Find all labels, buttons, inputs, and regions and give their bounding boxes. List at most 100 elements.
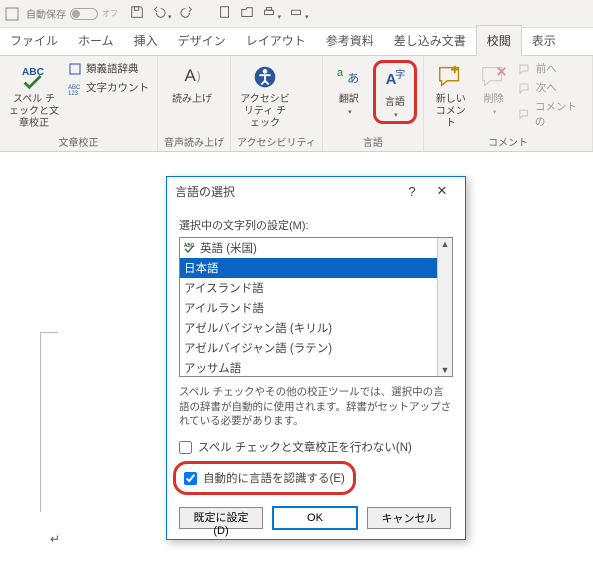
group-accessibility: アクセシビリティ チェック アクセシビリティ bbox=[231, 56, 323, 151]
thesaurus-label: 類義語辞典 bbox=[86, 61, 139, 76]
open-icon[interactable] bbox=[240, 5, 254, 22]
group-comments-label: コメント bbox=[430, 132, 586, 149]
language-option[interactable]: 日本語 bbox=[180, 258, 452, 278]
language-option-label: 英語 (米国) bbox=[200, 240, 257, 256]
tab-home[interactable]: ホーム bbox=[68, 26, 124, 55]
detect-language-input[interactable] bbox=[184, 472, 197, 485]
language-option-label: アゼルバイジャン語 (キリル) bbox=[184, 320, 332, 336]
page-corner bbox=[40, 332, 58, 512]
prev-comment-label: 前へ bbox=[536, 61, 557, 76]
file-menu-icon[interactable] bbox=[4, 6, 20, 22]
group-proofing: ABC スペル チェックと文章校正 類義語辞典 ABC 123 文字カウント 文章校… bbox=[0, 56, 158, 151]
show-comments-button[interactable]: コメントの bbox=[516, 98, 586, 130]
scroll-up-icon[interactable]: ▲ bbox=[438, 238, 452, 250]
redo-icon[interactable] bbox=[180, 5, 194, 22]
language-option-label: アイスランド語 bbox=[184, 280, 264, 296]
spelling-label: スペル チェックと文章校正 bbox=[8, 94, 60, 130]
spelling-button[interactable]: ABC スペル チェックと文章校正 bbox=[6, 60, 62, 132]
tab-mailings[interactable]: 差し込み文書 bbox=[384, 26, 476, 55]
dialog-titlebar[interactable]: 言語の選択 ? ✕ bbox=[167, 177, 465, 205]
group-proofing-label: 文章校正 bbox=[6, 132, 151, 149]
autosave-toggle[interactable]: 自動保存 オフ bbox=[26, 6, 118, 21]
language-option[interactable]: アゼルバイジャン語 (キリル) bbox=[180, 318, 452, 338]
tab-references[interactable]: 参考資料 bbox=[316, 26, 384, 55]
language-option[interactable]: アイスランド語 bbox=[180, 278, 452, 298]
language-option-label: 日本語 bbox=[184, 260, 219, 276]
tab-insert[interactable]: 挿入 bbox=[124, 26, 168, 55]
language-option[interactable]: アゼルバイジャン語 (ラテン) bbox=[180, 338, 452, 358]
cancel-button[interactable]: キャンセル bbox=[367, 507, 451, 529]
language-option[interactable]: アッサム語 bbox=[180, 358, 452, 377]
group-speech: A 読み上げ 音声読み上げ bbox=[158, 56, 231, 151]
listbox-scrollbar[interactable]: ▲ ▼ bbox=[437, 238, 452, 376]
accessibility-label: アクセシビリティ チェック bbox=[239, 94, 291, 130]
tab-review[interactable]: 校閲 bbox=[476, 25, 522, 56]
save-icon[interactable] bbox=[130, 5, 144, 22]
new-comment-button[interactable]: 新しいコメント bbox=[430, 60, 472, 132]
listbox-label: 選択中の文字列の設定(M): bbox=[179, 217, 453, 233]
detect-language-checkbox[interactable]: 自動的に言語を認識する(E) bbox=[184, 470, 345, 486]
tab-design[interactable]: デザイン bbox=[168, 26, 236, 55]
delete-comment-label: 削除 bbox=[484, 94, 504, 106]
thesaurus-button[interactable]: 類義語辞典 bbox=[66, 60, 151, 77]
ok-button[interactable]: OK bbox=[273, 507, 357, 529]
readaloud-button[interactable]: A 読み上げ bbox=[164, 60, 220, 108]
svg-text:字: 字 bbox=[395, 68, 405, 81]
ribbon: ABC スペル チェックと文章校正 類義語辞典 ABC 123 文字カウント 文章校… bbox=[0, 56, 593, 152]
autosave-pill[interactable] bbox=[70, 8, 98, 20]
language-listbox[interactable]: ABC 英語 (米国) 日本語アイスランド語アイルランド語アゼルバイジャン語 (キリ… bbox=[179, 237, 453, 377]
svg-text:A: A bbox=[185, 66, 197, 85]
title-bar: 自動保存 オフ bbox=[0, 0, 593, 28]
group-accessibility-label: アクセシビリティ bbox=[237, 132, 316, 149]
scroll-down-icon[interactable]: ▼ bbox=[438, 364, 452, 376]
svg-text:ABC: ABC bbox=[22, 67, 45, 78]
language-option-label: アゼルバイジャン語 (ラテン) bbox=[184, 340, 332, 356]
proofing-check-icon: ABC bbox=[184, 241, 196, 256]
group-comments: 新しいコメント 削除 前へ 次へ コメントの コメント bbox=[424, 56, 593, 151]
tab-layout[interactable]: レイアウト bbox=[236, 26, 316, 55]
accessibility-button[interactable]: アクセシビリティ チェック bbox=[237, 60, 293, 132]
language-option-label: アッサム語 bbox=[184, 360, 241, 376]
print-icon[interactable] bbox=[262, 5, 282, 22]
language-button[interactable]: A字 言語 bbox=[373, 60, 417, 124]
next-comment-label: 次へ bbox=[536, 80, 557, 95]
dialog-help-text: スペル チェックやその他の校正ツールでは、選択中の言語の辞書が自動的に使用されま… bbox=[179, 385, 453, 429]
paragraph-mark: ↵ bbox=[50, 532, 60, 546]
undo-icon[interactable] bbox=[152, 5, 172, 22]
help-button[interactable]: ? bbox=[397, 184, 427, 199]
tab-file[interactable]: ファイル bbox=[0, 26, 68, 55]
delete-comment-button[interactable]: 削除 bbox=[476, 60, 512, 118]
wordcount-label: 文字カウント bbox=[86, 80, 149, 95]
translate-label: 翻訳 bbox=[339, 94, 359, 106]
readaloud-label: 読み上げ bbox=[172, 94, 212, 106]
group-language: aあ 翻訳 A字 言語 言語 bbox=[323, 56, 424, 151]
language-dialog: 言語の選択 ? ✕ 選択中の文字列の設定(M): ABC 英語 (米国) 日本語アイ… bbox=[166, 176, 466, 540]
language-option[interactable]: アイルランド語 bbox=[180, 298, 452, 318]
svg-text:a: a bbox=[337, 67, 344, 79]
dialog-title: 言語の選択 bbox=[175, 183, 235, 200]
quick-access-toolbar bbox=[130, 5, 309, 22]
no-proofing-label: スペル チェックと文章校正を行わない(N) bbox=[198, 439, 412, 455]
group-language-label: 言語 bbox=[329, 132, 417, 149]
next-comment-button[interactable]: 次へ bbox=[516, 79, 586, 96]
new-comment-label: 新しいコメント bbox=[432, 94, 470, 130]
autosave-state: オフ bbox=[102, 8, 118, 19]
group-speech-label: 音声読み上げ bbox=[164, 132, 224, 149]
svg-text:あ: あ bbox=[347, 72, 359, 86]
new-doc-icon[interactable] bbox=[218, 5, 232, 22]
show-comments-label: コメントの bbox=[535, 99, 584, 129]
close-button[interactable]: ✕ bbox=[427, 183, 457, 199]
set-default-button[interactable]: 既定に設定(D) bbox=[179, 507, 263, 529]
language-option[interactable]: ABC 英語 (米国) bbox=[180, 238, 452, 258]
quick-print-icon[interactable] bbox=[289, 5, 309, 22]
translate-button[interactable]: aあ 翻訳 bbox=[329, 60, 369, 118]
autosave-label: 自動保存 bbox=[26, 6, 66, 21]
no-proofing-checkbox[interactable]: スペル チェックと文章校正を行わない(N) bbox=[179, 439, 453, 455]
svg-text:123: 123 bbox=[68, 91, 79, 95]
ribbon-tabs: ファイル ホーム 挿入 デザイン レイアウト 参考資料 差し込み文書 校閲 表示 bbox=[0, 28, 593, 56]
detect-language-label: 自動的に言語を認識する(E) bbox=[203, 470, 345, 486]
no-proofing-input[interactable] bbox=[179, 441, 192, 454]
wordcount-button[interactable]: ABC123文字カウント bbox=[66, 79, 151, 96]
prev-comment-button[interactable]: 前へ bbox=[516, 60, 586, 77]
tab-view[interactable]: 表示 bbox=[522, 26, 566, 55]
